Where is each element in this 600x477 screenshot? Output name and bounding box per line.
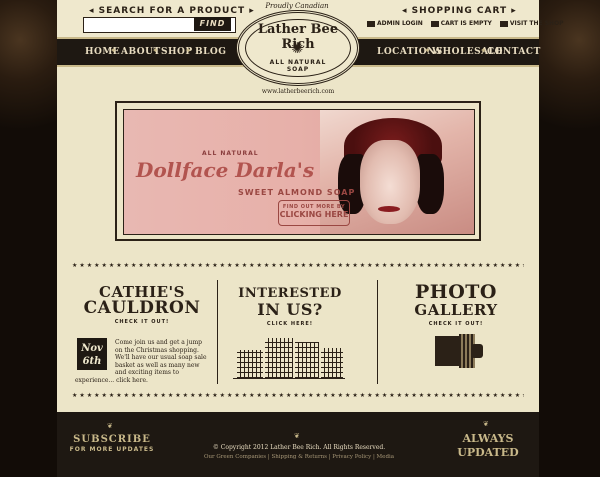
nav-divider-icon: ✦ [480,46,487,55]
interested-title-2: IN US? [257,300,323,319]
site-url: www.latherbeerich.com [261,88,335,95]
logo-tagline: Proudly Canadian [265,2,329,10]
cart-icon [430,20,439,27]
news-date-badge: Nov 6th [77,338,107,370]
gallery-cta[interactable]: CHECK IT OUT! [389,321,523,327]
news-read-more-link[interactable]: experience... click here. [75,377,207,384]
ornament-icon: ❦ [294,432,300,440]
gallery-title-1: PHOTO [415,281,497,303]
copyright: © Copyright 2012 Lather Bee Rich. All Ri… [212,444,386,451]
subscribe-link[interactable]: SUBSCRIBE FOR MORE UPDATES [67,434,157,453]
updated-title: UPDATED [457,446,519,459]
interested-cta[interactable]: CLICK HERE! [227,321,353,327]
banner-all-natural: ALL NATURAL [202,150,259,157]
bee-icon: ✺ [291,39,304,57]
promo-banner[interactable]: ALL NATURAL Dollface Darla's SWEET ALMON… [123,109,475,235]
cart-title: ◂ SHOPPING CART ▸ [402,6,517,16]
news-month: Nov [81,343,103,354]
shop-icon [499,20,508,27]
cart-links: ADMIN LOGIN CART IS EMPTY VISIT THE SHOP [367,20,570,27]
column-divider [217,280,218,384]
visit-shop-link[interactable]: VISIT THE SHOP [499,20,564,27]
star-border-top: ★★★★★★★★★★★★★★★★★★★★★★★★★★★★★★★★★★★★★★★★… [72,262,524,269]
banner-subtitle: SWEET ALMOND SOAP [238,188,356,197]
cta-line2: CLICKING HERE [279,210,349,219]
news-day: 6th [82,356,102,367]
cart-status-link[interactable]: CART IS EMPTY [430,20,492,27]
user-icon [367,20,375,27]
page-container: ◂ SEARCH FOR A PRODUCT ▸ FIND ◂ SHOPPING… [57,0,564,477]
cauldron-title-2: CAULDRON [83,298,201,318]
building-illustration [233,332,345,379]
nav-blog[interactable]: BLOG [195,47,226,57]
damask-background-left [0,0,57,477]
nav-divider-icon: ✦ [152,46,159,55]
admin-login-link[interactable]: ADMIN LOGIN [367,20,423,27]
nav-contact[interactable]: CONTACT [487,47,541,57]
subscribe-subtitle: FOR MORE UPDATES [69,446,155,453]
subscribe-title: SUBSCRIBE [73,434,151,445]
always-title: ALWAYS [462,432,514,445]
news-text: Come join us and get a jump on the Chris… [115,339,207,376]
nav-divider-icon: ✦ [424,46,431,55]
search-title: ◂ SEARCH FOR A PRODUCT ▸ [89,6,255,16]
ornament-icon: ❦ [483,420,489,428]
camera-illustration [435,330,483,374]
ornament-icon: ❦ [107,422,113,430]
logo-subtitle: ALL NATURAL SOAP [269,59,327,73]
star-border-bottom: ★★★★★★★★★★★★★★★★★★★★★★★★★★★★★★★★★★★★★★★★… [72,392,524,399]
nav-divider-icon: ✦ [110,46,117,55]
always-updated-link[interactable]: ALWAYS UPDATED [455,432,521,460]
nav-divider-icon: ✦ [185,46,192,55]
banner-cta-button[interactable]: FIND OUT MORE BY CLICKING HERE [278,200,350,226]
find-button[interactable]: FIND [194,17,231,31]
damask-background-right [539,0,600,477]
banner-title: Dollface Darla's [136,158,315,182]
gallery-title-2: GALLERY [414,301,498,319]
cauldron-cta[interactable]: CHECK IT OUT! [75,319,209,325]
footer: ❦ SUBSCRIBE FOR MORE UPDATES ❦ © Copyrig… [57,412,539,477]
column-divider [377,280,378,384]
footer-links[interactable]: Our Green Companies | Shipping & Returns… [187,454,411,460]
